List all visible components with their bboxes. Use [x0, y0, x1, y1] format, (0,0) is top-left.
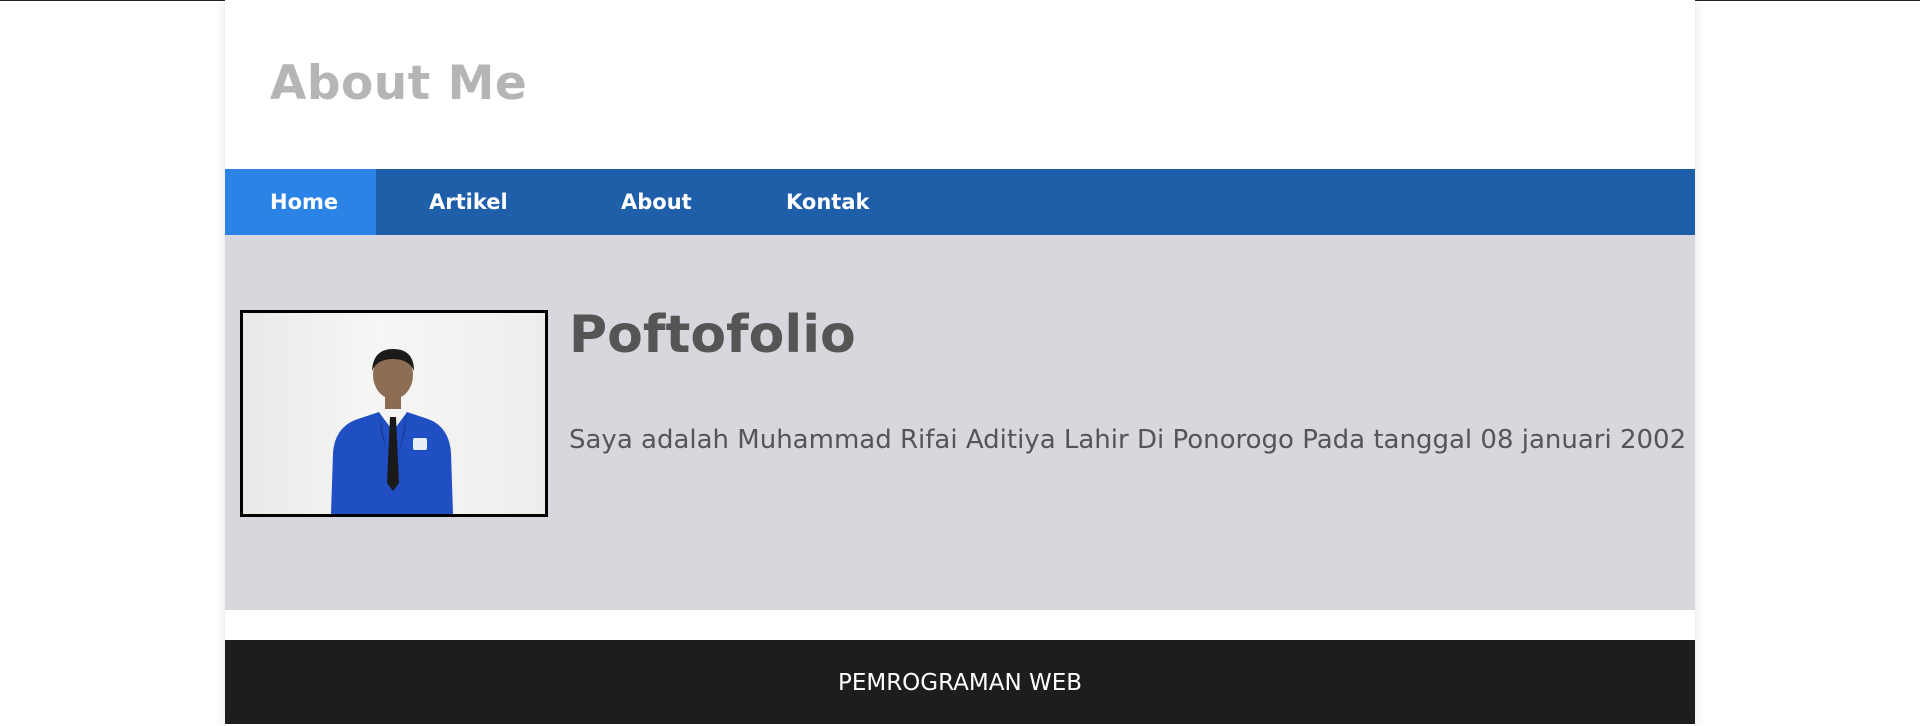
nav-item-artikel[interactable]: Artikel: [376, 169, 586, 235]
nav-item-about[interactable]: About: [586, 169, 746, 235]
site-header: About Me: [225, 0, 1695, 169]
nav-item-kontak[interactable]: Kontak: [746, 169, 946, 235]
page-container: About Me Home Artikel About Kontak Pofto…: [225, 0, 1695, 726]
content-title: Poftofolio: [569, 305, 856, 365]
profile-photo: [240, 310, 548, 517]
person-photo-illustration: [331, 349, 453, 514]
site-title: About Me: [270, 56, 528, 111]
footer-text: PEMROGRAMAN WEB: [837, 670, 1083, 696]
content-description: Saya adalah Muhammad Rifai Aditiya Lahir…: [569, 425, 1687, 455]
content-section: Poftofolio Saya adalah Muhammad Rifai Ad…: [225, 235, 1695, 610]
nav-item-home[interactable]: Home: [225, 169, 376, 235]
site-footer: PEMROGRAMAN WEB: [225, 640, 1695, 724]
main-nav: Home Artikel About Kontak: [225, 169, 1695, 235]
